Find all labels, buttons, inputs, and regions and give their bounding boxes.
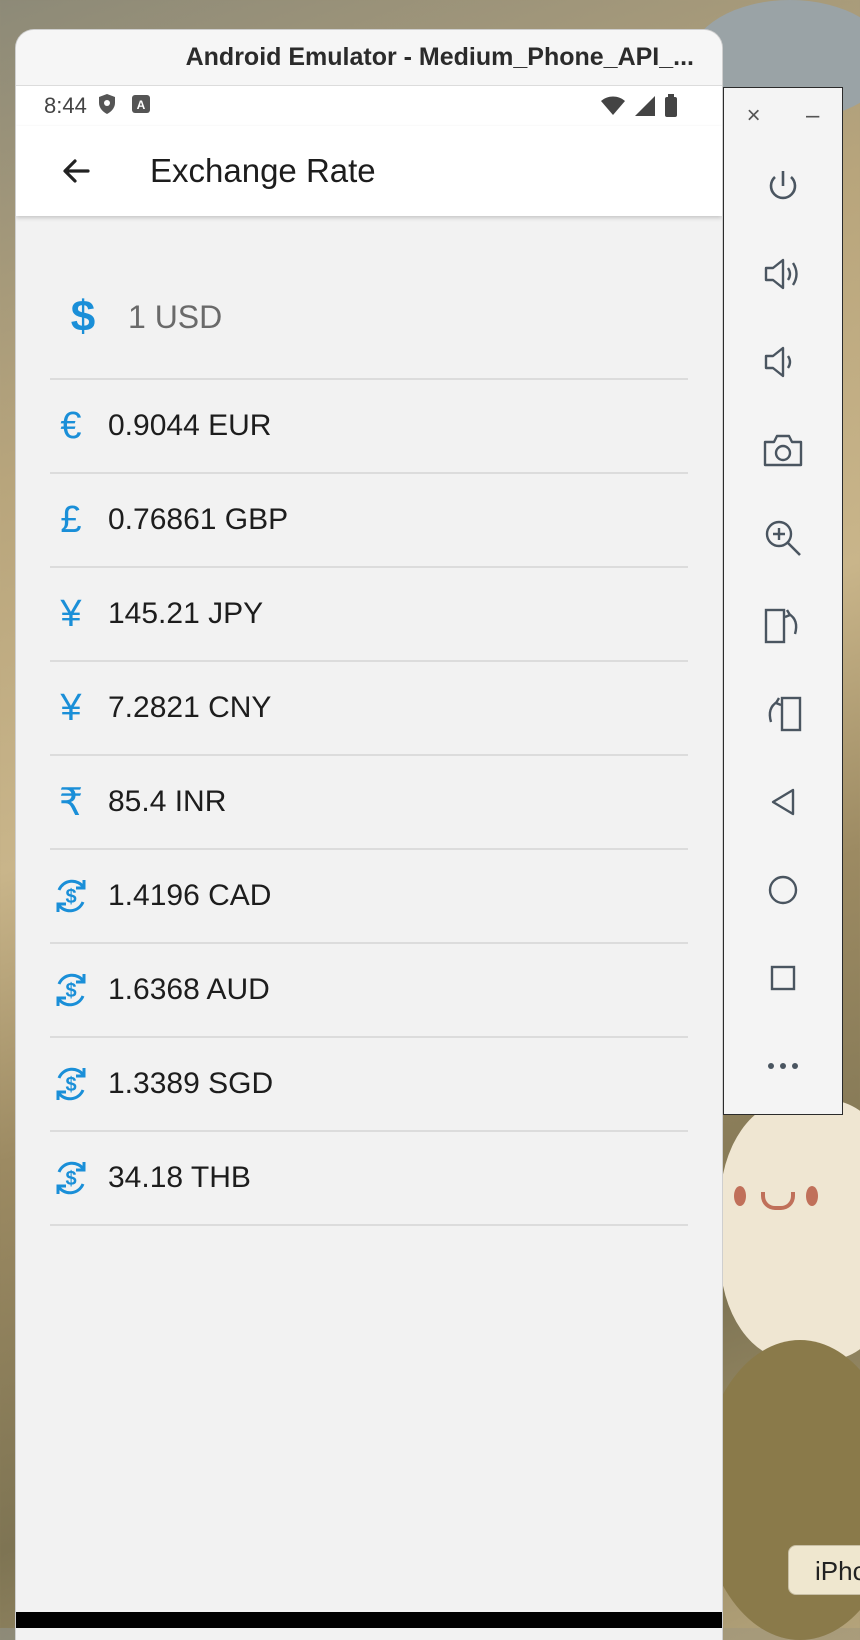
rate-row[interactable]: $ 1.3389 SGD <box>50 1038 688 1132</box>
rate-row[interactable]: € 0.9044 EUR <box>50 380 688 474</box>
minimize-panel-button[interactable]: – <box>806 102 819 142</box>
currency-exchange-icon: $ <box>50 1063 92 1105</box>
overview-icon <box>770 965 796 991</box>
more-button[interactable] <box>724 1022 842 1110</box>
keyboard-a-icon: A <box>131 94 151 119</box>
svg-text:$: $ <box>65 886 76 908</box>
close-panel-button[interactable]: × <box>747 102 761 142</box>
shield-icon <box>97 93 117 120</box>
emulator-window: Android Emulator - Medium_Phone_API_... … <box>16 30 722 1640</box>
power-icon <box>769 171 797 200</box>
rate-text: 1.3389 SGD <box>108 1067 274 1100</box>
rate-row[interactable]: ¥ 7.2821 CNY <box>50 662 688 756</box>
status-time: 8:44 <box>44 93 87 118</box>
rate-text: 1.6368 AUD <box>108 973 270 1006</box>
wallpaper-face-eye <box>734 1186 746 1206</box>
signal-icon <box>635 96 655 116</box>
rotate-right-icon <box>768 696 802 732</box>
window-title: Android Emulator - Medium_Phone_API_... <box>185 43 694 71</box>
rate-row[interactable]: $ 1.6368 AUD <box>50 944 688 1038</box>
svg-text:$: $ <box>65 1168 76 1190</box>
dollar-icon: $ <box>70 292 96 341</box>
nav-back-button[interactable] <box>724 758 842 846</box>
zoom-button[interactable] <box>724 494 842 582</box>
window-titlebar[interactable]: Android Emulator - Medium_Phone_API_... <box>16 30 722 86</box>
pound-icon: £ <box>60 498 82 541</box>
emulator-side-panel: × – <box>723 87 843 1115</box>
wallpaper-blob <box>700 1340 860 1640</box>
battery-icon <box>665 94 677 117</box>
currency-exchange-icon: $ <box>50 875 92 917</box>
svg-text:$: $ <box>65 980 76 1002</box>
rate-row[interactable]: $ 34.18 THB <box>50 1132 688 1226</box>
app-bar: Exchange Rate <box>16 126 722 216</box>
screenshot-button[interactable] <box>724 406 842 494</box>
rotate-left-icon <box>764 608 798 644</box>
wifi-icon <box>601 96 625 115</box>
rate-row[interactable]: £ 0.76861 GBP <box>50 474 688 568</box>
arrow-back-icon <box>63 159 90 183</box>
yen-icon: ¥ <box>60 592 82 635</box>
rate-row[interactable]: ₹ 85.4 INR <box>50 756 688 850</box>
rate-text: 7.2821 CNY <box>108 691 272 724</box>
back-icon <box>771 788 795 816</box>
rate-text: 85.4 INR <box>108 785 227 818</box>
page-title: Exchange Rate <box>150 152 376 189</box>
nav-home-button[interactable] <box>724 846 842 934</box>
rate-row[interactable]: ¥ 145.21 JPY <box>50 568 688 662</box>
volume-up-icon <box>764 258 798 290</box>
base-currency-row[interactable]: $ 1 USD <box>50 256 688 380</box>
home-icon <box>768 875 798 905</box>
euro-icon: € <box>60 404 82 447</box>
power-button[interactable] <box>724 142 842 230</box>
svg-text:A: A <box>136 98 145 112</box>
base-currency-text: 1 USD <box>128 298 223 335</box>
volume-down-button[interactable] <box>724 318 842 406</box>
status-bar: 8:44 A <box>16 86 722 126</box>
svg-text:$: $ <box>65 1074 76 1096</box>
rate-text: 0.76861 GBP <box>108 503 289 536</box>
rate-text: 34.18 THB <box>108 1161 251 1194</box>
rate-text: 145.21 JPY <box>108 597 264 630</box>
zoom-icon <box>765 520 801 556</box>
rupee-icon: ₹ <box>58 781 84 824</box>
yuan-icon: ¥ <box>60 686 82 729</box>
currency-exchange-icon: $ <box>50 969 92 1011</box>
more-icon <box>768 1063 798 1069</box>
rate-list-container: $ 1 USD € 0.9044 EUR £ 0.76861 GBP ¥ 145… <box>16 216 722 1226</box>
camera-icon <box>763 434 803 467</box>
wallpaper-face-eye <box>806 1186 818 1206</box>
desktop-partial-button[interactable]: iPhc <box>788 1545 860 1595</box>
volume-up-button[interactable] <box>724 230 842 318</box>
rate-row[interactable]: $ 1.4196 CAD <box>50 850 688 944</box>
nav-bar-strip <box>16 1612 722 1628</box>
nav-overview-button[interactable] <box>724 934 842 1022</box>
rotate-left-button[interactable] <box>724 582 842 670</box>
rotate-right-button[interactable] <box>724 670 842 758</box>
rate-text: 0.9044 EUR <box>108 409 272 442</box>
status-right-icons <box>600 94 678 118</box>
volume-down-icon <box>764 346 792 378</box>
side-panel-controls: × – <box>724 88 842 142</box>
currency-exchange-icon: $ <box>50 1157 92 1199</box>
back-button[interactable] <box>46 141 106 201</box>
wallpaper-blob <box>720 1100 860 1360</box>
rate-text: 1.4196 CAD <box>108 879 272 912</box>
